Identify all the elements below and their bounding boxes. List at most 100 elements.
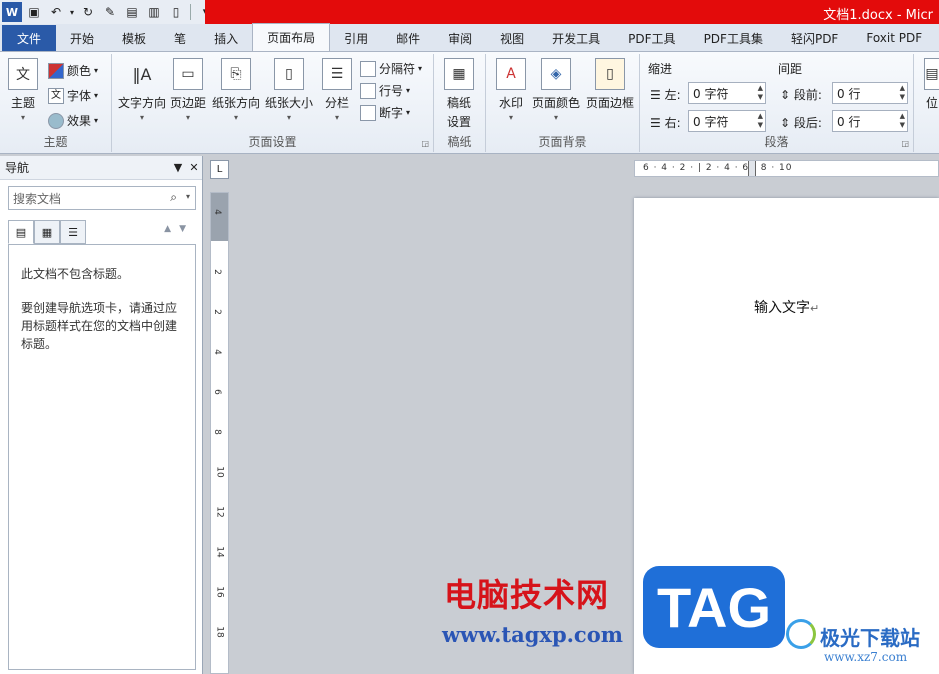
breaks-icon [360,60,376,77]
paper-size-icon: ▯ [274,58,304,90]
toolbar-separator [190,4,191,20]
watermark-brand-url: www.tagxp.com [442,622,623,647]
spacing-after-input[interactable]: 0 行 ▲ ▼ [832,110,908,132]
tab-file[interactable]: 文件 [2,25,57,51]
colors-icon [48,62,64,79]
indent-right-label: ☰ 右: [650,116,681,130]
themes-button[interactable]: 文 主题 ▾ [8,58,38,122]
theme-fonts-button[interactable]: 文 字体 ▾ [48,87,98,104]
search-input[interactable]: 搜索文档 ⌕ ▾ [8,186,196,210]
theme-effects-button[interactable]: 效果 ▾ [48,112,98,129]
tab-3[interactable]: 笔 [160,25,200,51]
document-text[interactable]: 输入文字↵ [754,297,819,317]
redo-icon[interactable]: ↻ [78,2,98,22]
manuscript-settings-button[interactable]: ▦ 稿纸 设置 [444,58,474,130]
page-background-group-label: 页面背景 [538,135,587,149]
vertical-ruler[interactable]: 4 2 2 4 6 8 10 12 14 16 18 [210,192,229,674]
tab-7[interactable]: 邮件 [382,25,434,51]
themes-icon: 文 [8,58,38,90]
margins-button[interactable]: ▭ 页边距 ▾ [170,58,206,122]
prev-next-arrows-icon[interactable]: ▲▼ [164,224,194,234]
search-icon[interactable]: ⌕ [170,190,177,205]
text-direction-button[interactable]: ‖A 文字方向 ▾ [118,58,166,123]
indent-left-icon: ☰ [650,88,661,102]
tab-10[interactable]: 开发工具 [538,25,614,51]
window-title: 文档1.docx - Micr [823,8,933,23]
tab-12[interactable]: PDF工具集 [690,25,777,51]
chevron-down-icon: ▾ [20,113,25,122]
horizontal-ruler[interactable]: 6 · 4 · 2 · | 2 · 4 · 6 · 8 · 10 [634,160,939,177]
chevron-down-icon: ▾ [554,113,559,122]
size-button[interactable]: ▯ 纸张大小 ▾ [265,58,313,122]
paragraph-group: 缩进 间距 ☰ 左: 0 字符 ▲ ▼ ☰ 右: 0 字符 ▲ ▼ ⇕ 段前: 0 … [640,54,914,152]
watermark-site-url: www.xz7.com [824,650,908,664]
line-numbers-icon [360,82,376,99]
page-borders-button[interactable]: ▯ 页面边框 [586,58,634,111]
tab-selector[interactable]: L [210,160,229,179]
save-icon[interactable]: ▣ [24,2,44,22]
document-icon[interactable]: ▥ [144,2,164,22]
paint-bucket-icon: ◈ [541,58,571,90]
spacing-after-label: ⇕ 段后: [780,116,822,130]
tab-5[interactable]: 页面布局 [252,23,331,51]
spinner-arrows-icon[interactable]: ▲ ▼ [900,84,905,102]
search-options-icon[interactable]: ▾ [186,192,190,201]
theme-colors-button[interactable]: 颜色 ▾ [48,62,98,79]
theme-group: 文 主题 ▾ 颜色 ▾ 文 字体 ▾ 效果 ▾ 主题 [0,54,112,152]
spinner-arrows-icon[interactable]: ▲ ▼ [758,84,763,102]
orientation-button[interactable]: ⎘ 纸张方向 ▾ [212,58,260,122]
indent-left-input[interactable]: 0 字符 ▲ ▼ [688,82,766,104]
ruler-tick: 12 [214,506,225,518]
headings-tab-icon[interactable]: ▤ [8,220,34,244]
results-tab-icon[interactable]: ☰ [60,220,86,244]
chevron-down-icon: ▾ [334,113,339,122]
ribbon: 文 主题 ▾ 颜色 ▾ 文 字体 ▾ 效果 ▾ 主题 ‖A 文字方向 ▾ ▭ 页边距 … [0,52,939,154]
word-logo-icon[interactable]: W [2,2,22,22]
page-setup-group-label: 页面设置 [248,135,297,149]
indent-marker-icon[interactable] [748,161,756,176]
tab-2[interactable]: 模板 [108,25,160,51]
edit-icon[interactable]: ✎ [100,2,120,22]
breaks-button[interactable]: 分隔符 ▾ [360,60,422,77]
tab-13[interactable]: 轻闪PDF [777,25,852,51]
orientation-icon: ⎘ [221,58,251,90]
indent-right-input[interactable]: 0 字符 ▲ ▼ [688,110,766,132]
ruler-tick: 10 [214,466,225,478]
tab-8[interactable]: 审阅 [434,25,486,51]
line-numbers-button[interactable]: 行号 ▾ [360,82,410,99]
page-color-button[interactable]: ◈ 页面颜色 ▾ [532,58,580,122]
ruler-tick: 4 [211,349,222,355]
book-icon[interactable]: ▯ [166,2,186,22]
chevron-down-icon: ▾ [140,113,145,122]
tab-1[interactable]: 开始 [56,25,108,51]
hyphenation-button[interactable]: 断字 ▾ [360,104,410,121]
page-setup-group: ‖A 文字方向 ▾ ▭ 页边距 ▾ ⎘ 纸张方向 ▾ ▯ 纸张大小 ▾ ☰ 分栏… [112,54,434,152]
columns-button[interactable]: ☰ 分栏 ▾ [322,58,352,122]
spacing-before-input[interactable]: 0 行 ▲ ▼ [832,82,908,104]
undo-dropdown-icon[interactable]: ▾ [68,2,76,22]
tab-11[interactable]: PDF工具 [614,25,689,51]
text-direction-icon: ‖A [132,64,152,84]
manuscript-grid-icon: ▦ [444,58,474,90]
pages-tab-icon[interactable]: ▦ [34,220,60,244]
paragraph-mark: ↵ [810,302,820,315]
close-icon[interactable]: ✕ [186,161,202,174]
print-preview-icon[interactable]: ▤ [122,2,142,22]
position-button[interactable]: ▤ 位 [924,58,939,111]
spacing-after-icon: ⇕ [780,116,791,130]
tab-6[interactable]: 引用 [330,25,382,51]
pane-options-icon[interactable]: ▼ [170,161,186,174]
indent-right-icon: ☰ [650,116,661,130]
undo-icon[interactable]: ↶ [46,2,66,22]
spinner-arrows-icon[interactable]: ▲ ▼ [900,112,905,130]
chevron-down-icon: ▾ [287,113,292,122]
ruler-tick: 16 [214,586,225,598]
create-headings-hint: 要创建导航选项卡，请通过应用标题样式在您的文档中创建标题。 [21,301,178,351]
spinner-arrows-icon[interactable]: ▲ ▼ [758,112,763,130]
tab-4[interactable]: 插入 [200,25,252,51]
manuscript-group: ▦ 稿纸 设置 稿纸 [434,54,486,152]
tab-14[interactable]: Foxit PDF [852,25,936,51]
fonts-icon: 文 [48,87,64,104]
watermark-button[interactable]: A 水印 ▾ [496,58,526,122]
tab-9[interactable]: 视图 [486,25,538,51]
